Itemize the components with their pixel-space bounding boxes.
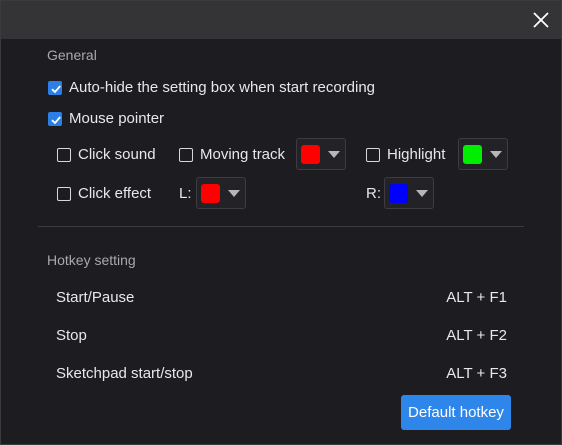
click-effect-checkbox[interactable] xyxy=(57,186,71,201)
mouse-pointer-option[interactable]: Mouse pointer xyxy=(48,110,164,127)
hotkey-name-sketchpad: Sketchpad start/stop xyxy=(56,365,193,382)
section-divider xyxy=(38,226,524,227)
hotkey-value-stop[interactable]: ALT + F2 xyxy=(446,327,507,344)
hotkey-value-start-pause[interactable]: ALT + F1 xyxy=(446,289,507,306)
moving-track-color-select[interactable] xyxy=(296,138,346,170)
highlight-swatch xyxy=(463,144,482,164)
right-click-label: R: xyxy=(366,185,381,202)
moving-track-swatch xyxy=(301,144,320,164)
click-sound-option[interactable]: Click sound xyxy=(57,146,156,163)
highlight-color-select[interactable] xyxy=(458,138,508,170)
right-click-swatch xyxy=(389,183,408,203)
close-button[interactable] xyxy=(527,6,555,34)
moving-track-option[interactable]: Moving track xyxy=(179,146,285,163)
hotkey-name-stop: Stop xyxy=(56,327,87,344)
highlight-option[interactable]: Highlight xyxy=(366,146,445,163)
default-hotkey-button[interactable]: Default hotkey xyxy=(401,395,511,430)
chevron-down-icon xyxy=(228,189,240,197)
click-sound-checkbox[interactable] xyxy=(57,147,71,162)
chevron-down-icon xyxy=(328,150,340,158)
auto-hide-label: Auto-hide the setting box when start rec… xyxy=(69,79,376,96)
auto-hide-checkbox[interactable] xyxy=(48,80,62,95)
chevron-down-icon xyxy=(490,150,502,158)
click-effect-label: Click effect xyxy=(78,185,152,202)
hotkey-section-title: Hotkey setting xyxy=(47,252,136,268)
chevron-down-icon xyxy=(416,189,428,197)
mouse-pointer-label: Mouse pointer xyxy=(69,110,165,127)
moving-track-label: Moving track xyxy=(200,146,286,163)
hotkey-name-start-pause: Start/Pause xyxy=(56,289,135,306)
auto-hide-option[interactable]: Auto-hide the setting box when start rec… xyxy=(48,79,375,96)
left-click-label: L: xyxy=(179,185,192,202)
close-icon xyxy=(533,12,549,28)
moving-track-checkbox[interactable] xyxy=(179,147,193,162)
highlight-label: Highlight xyxy=(387,146,446,163)
mouse-pointer-checkbox[interactable] xyxy=(48,111,62,126)
hotkey-value-sketchpad[interactable]: ALT + F3 xyxy=(446,365,507,382)
highlight-checkbox[interactable] xyxy=(366,147,380,162)
left-click-swatch xyxy=(201,183,220,203)
right-click-color-select[interactable] xyxy=(384,177,434,209)
left-click-color-select[interactable] xyxy=(196,177,246,209)
title-bar xyxy=(1,1,561,39)
general-section-title: General xyxy=(47,47,97,63)
click-effect-option[interactable]: Click effect xyxy=(57,185,151,202)
click-sound-label: Click sound xyxy=(78,146,156,163)
check-icon xyxy=(51,84,61,93)
check-icon xyxy=(51,115,61,124)
settings-dialog: General Auto-hide the setting box when s… xyxy=(0,0,562,445)
